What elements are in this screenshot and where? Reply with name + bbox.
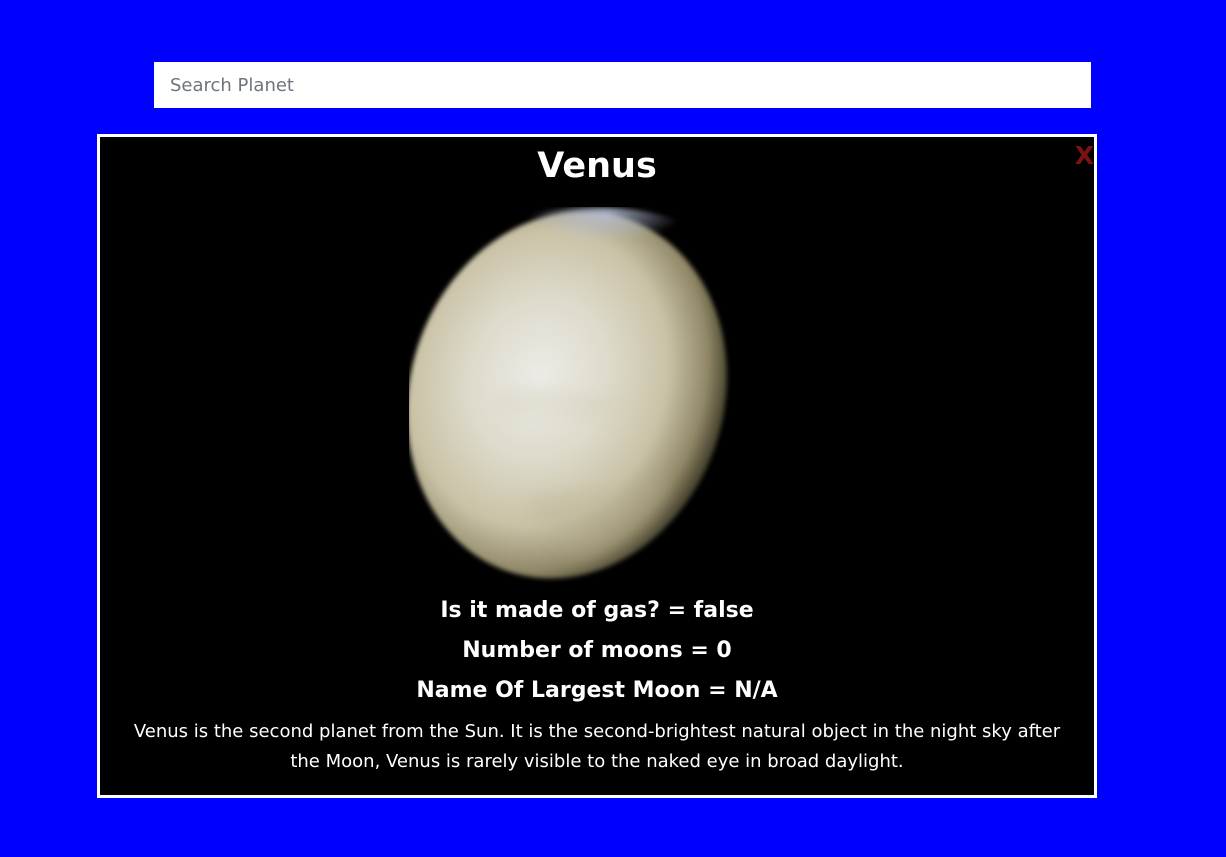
fact-largest-moon: Name Of Largest Moon = N/A [416,678,778,703]
fact-made-of-gas: Is it made of gas? = false [440,598,754,623]
planet-card: X Venus Is it made of gas? = false Numbe… [97,134,1097,798]
planet-description: Venus is the second planet from the Sun.… [133,721,1061,772]
search-planet-input[interactable] [154,62,1091,108]
search-bar [154,62,1091,108]
planet-image [409,207,727,579]
planet-title: Venus [537,146,657,186]
fact-number-of-moons: Number of moons = 0 [462,638,732,663]
